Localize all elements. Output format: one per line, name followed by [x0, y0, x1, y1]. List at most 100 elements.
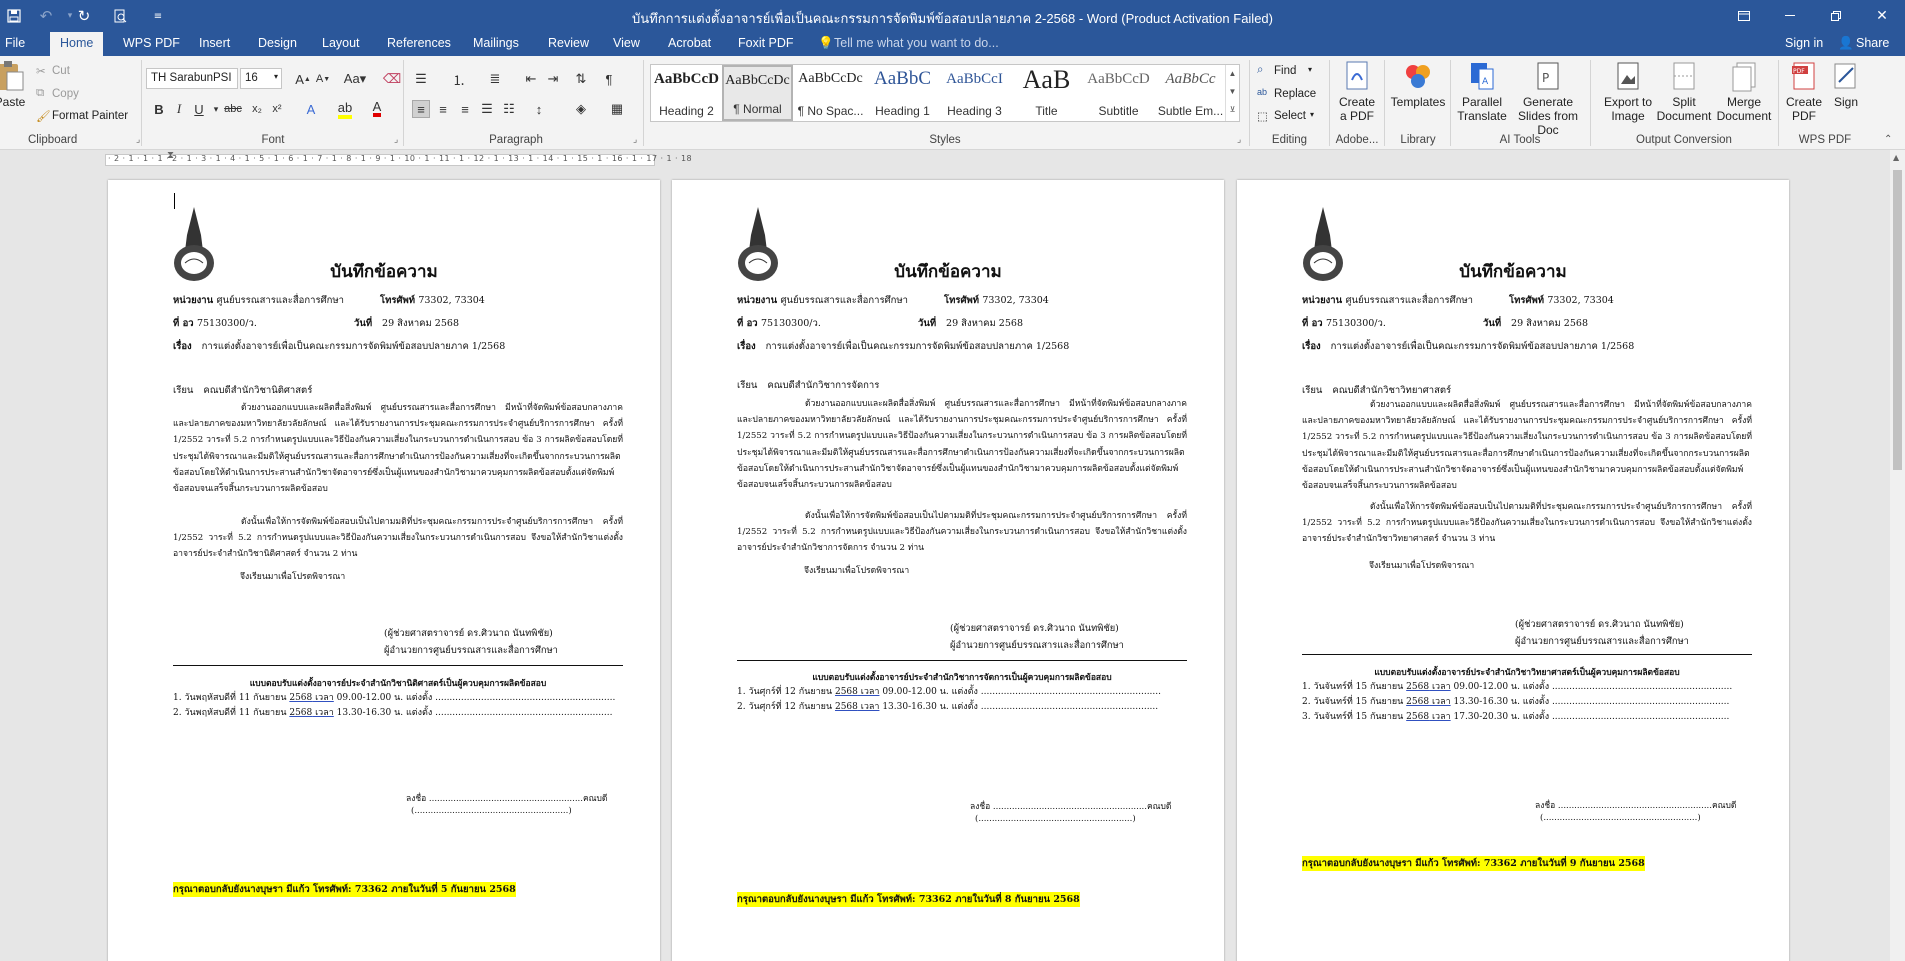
divider-line	[737, 660, 1187, 661]
tab-wps-pdf[interactable]: WPS PDF	[123, 36, 180, 50]
tab-foxit-pdf[interactable]: Foxit PDF	[738, 36, 794, 50]
styles-gallery: AaBbCcD Heading 2 AaBbCcDc ¶ Normal AaBbCc…	[650, 64, 1240, 122]
sign-in-link[interactable]: Sign in	[1785, 36, 1823, 50]
split-document-button[interactable]: Split Document	[1652, 60, 1716, 123]
shrink-font-icon[interactable]: A ▼	[314, 70, 332, 88]
tab-view[interactable]: View	[613, 36, 640, 50]
tab-insert[interactable]: Insert	[199, 36, 230, 50]
clipboard-launcher-icon[interactable]: ⌟	[136, 134, 140, 145]
slot-time-label: เวลา	[312, 693, 334, 703]
replace-icon[interactable]: ab	[1257, 87, 1267, 97]
underline-icon[interactable]: U	[190, 100, 208, 118]
sort-icon[interactable]: ⇅	[572, 70, 590, 88]
borders-icon[interactable]: ▦	[608, 100, 626, 118]
tab-home[interactable]: Home	[50, 32, 104, 56]
bold-icon[interactable]: B	[150, 100, 168, 118]
style-heading-1[interactable]: AaBbC Heading 1	[867, 65, 938, 121]
tell-me-input[interactable]: Tell me what you want to do...	[834, 36, 999, 50]
create-wps-pdf-button[interactable]: PDF Create PDF	[1782, 60, 1826, 123]
find-icon[interactable]: ⌕	[1257, 64, 1263, 77]
tab-references[interactable]: References	[387, 36, 451, 50]
justify-icon[interactable]: ☰	[478, 100, 496, 118]
split-document-label: Split Document	[1656, 95, 1712, 123]
font-launcher-icon[interactable]: ⌟	[394, 134, 398, 145]
scrollbar-thumb[interactable]	[1893, 170, 1902, 470]
style-subtitle[interactable]: AaBbCcD Subtitle	[1083, 65, 1154, 121]
align-right-icon[interactable]: ≡	[456, 100, 474, 118]
shading-icon[interactable]: ◈	[572, 100, 590, 118]
cut-label[interactable]: Cut	[52, 65, 70, 77]
select-icon[interactable]: ⬚	[1257, 109, 1268, 123]
format-painter-icon[interactable]: 🖌	[36, 109, 51, 123]
parallel-translate-button[interactable]: A Parallel Translate	[1455, 60, 1509, 123]
cut-icon[interactable]: ✂	[36, 64, 46, 78]
font-name-combobox[interactable]: TH SarabunPSI	[146, 68, 238, 89]
find-button[interactable]: Find	[1274, 65, 1296, 77]
grow-font-icon[interactable]: A ▲	[294, 70, 312, 88]
dept-label: หน่วยงาน	[1302, 295, 1343, 306]
select-button[interactable]: Select	[1274, 110, 1306, 122]
copy-icon[interactable]: ⧉	[36, 87, 44, 100]
export-to-image-button[interactable]: Export to Image	[1596, 60, 1660, 123]
styles-launcher-icon[interactable]: ⌟	[1237, 134, 1241, 145]
tab-acrobat[interactable]: Acrobat	[668, 36, 711, 50]
text-effects-icon[interactable]: A	[302, 100, 320, 118]
horizontal-ruler[interactable]: · 2 · 1 · 1 · 1 · 2 · 1 · 3 · 1 · 4 · 1 …	[105, 154, 692, 166]
restore-icon[interactable]	[1813, 0, 1859, 32]
change-case-icon[interactable]: Aa▾	[342, 70, 368, 88]
style-heading-2[interactable]: AaBbCcD Heading 2	[651, 65, 722, 121]
sign-button[interactable]: Sign	[1826, 60, 1866, 109]
merge-document-button[interactable]: Merge Document	[1712, 60, 1776, 123]
superscript-icon[interactable]: x²	[268, 100, 286, 118]
numbering-icon[interactable]: ⒈	[450, 70, 468, 88]
increase-indent-icon[interactable]: ⇥	[544, 70, 562, 88]
styles-scroll-icon[interactable]: ▲ ▼ ⊻	[1225, 65, 1239, 121]
style-heading-3[interactable]: AaBbCcI Heading 3	[939, 65, 1010, 121]
ribbon-display-icon[interactable]	[1721, 0, 1767, 32]
style-subtle-emphasis[interactable]: AaBbCc Subtle Em...	[1155, 65, 1226, 121]
select-dropdown-icon[interactable]: ▾	[1310, 110, 1314, 119]
style-title[interactable]: AaB Title	[1011, 65, 1082, 121]
clear-formatting-icon[interactable]: ⌫	[383, 70, 401, 88]
italic-icon[interactable]: I	[170, 100, 188, 118]
find-dropdown-icon[interactable]: ▾	[1308, 65, 1312, 74]
paragraph-launcher-icon[interactable]: ⌟	[633, 134, 637, 145]
scroll-up-icon[interactable]: ▲	[1893, 153, 1899, 162]
indent-marker-icon[interactable]: ⧗	[167, 150, 174, 161]
collapse-ribbon-icon[interactable]: ⌃	[1884, 134, 1892, 145]
slot-time-label: เวลา	[1429, 697, 1451, 707]
decrease-indent-icon[interactable]: ⇤	[522, 70, 540, 88]
tab-mailings[interactable]: Mailings	[473, 36, 519, 50]
line-spacing-icon[interactable]: ↕	[530, 100, 548, 118]
format-painter-label[interactable]: Format Painter	[52, 110, 128, 122]
templates-button[interactable]: Templates	[1388, 60, 1448, 109]
font-size-combobox[interactable]: 16 ▾	[240, 68, 282, 89]
paste-button[interactable]: Paste	[0, 60, 26, 109]
strikethrough-icon[interactable]: abc	[224, 100, 242, 118]
generate-slides-button[interactable]: P Generate Slides from Doc	[1511, 60, 1585, 137]
tab-layout[interactable]: Layout	[322, 36, 360, 50]
tab-file[interactable]: File	[5, 36, 25, 50]
show-formatting-icon[interactable]: ¶	[600, 70, 618, 88]
tab-design[interactable]: Design	[258, 36, 297, 50]
align-center-icon[interactable]: ≡	[434, 100, 452, 118]
multilevel-list-icon[interactable]: ≣	[486, 70, 504, 88]
subscript-icon[interactable]: x₂	[248, 100, 266, 118]
replace-button[interactable]: Replace	[1274, 88, 1316, 100]
tab-review[interactable]: Review	[548, 36, 589, 50]
create-pdf-button[interactable]: Create a PDF	[1334, 60, 1380, 123]
style-normal[interactable]: AaBbCcDc ¶ Normal	[722, 65, 793, 121]
underline-dropdown-icon[interactable]: ▾	[207, 100, 225, 118]
copy-label[interactable]: Copy	[52, 88, 79, 100]
vertical-scrollbar[interactable]: ▲	[1890, 150, 1905, 961]
style-no-spacing[interactable]: AaBbCcDc ¶ No Spac...	[795, 65, 866, 121]
align-left-icon[interactable]: ≡	[412, 100, 430, 118]
close-icon[interactable]: ✕	[1859, 0, 1905, 32]
highlight-color-icon[interactable]: ab	[336, 100, 354, 119]
bullets-icon[interactable]: ☰	[412, 70, 430, 88]
document-canvas: บันทึกข้อความ หน่วยงาน ศูนย์บรรณสารและสื…	[0, 168, 1890, 961]
minimize-icon[interactable]	[1767, 0, 1813, 32]
share-button[interactable]: Share	[1856, 36, 1889, 50]
font-color-icon[interactable]: A	[368, 100, 386, 118]
distributed-icon[interactable]: ☷	[500, 100, 518, 118]
